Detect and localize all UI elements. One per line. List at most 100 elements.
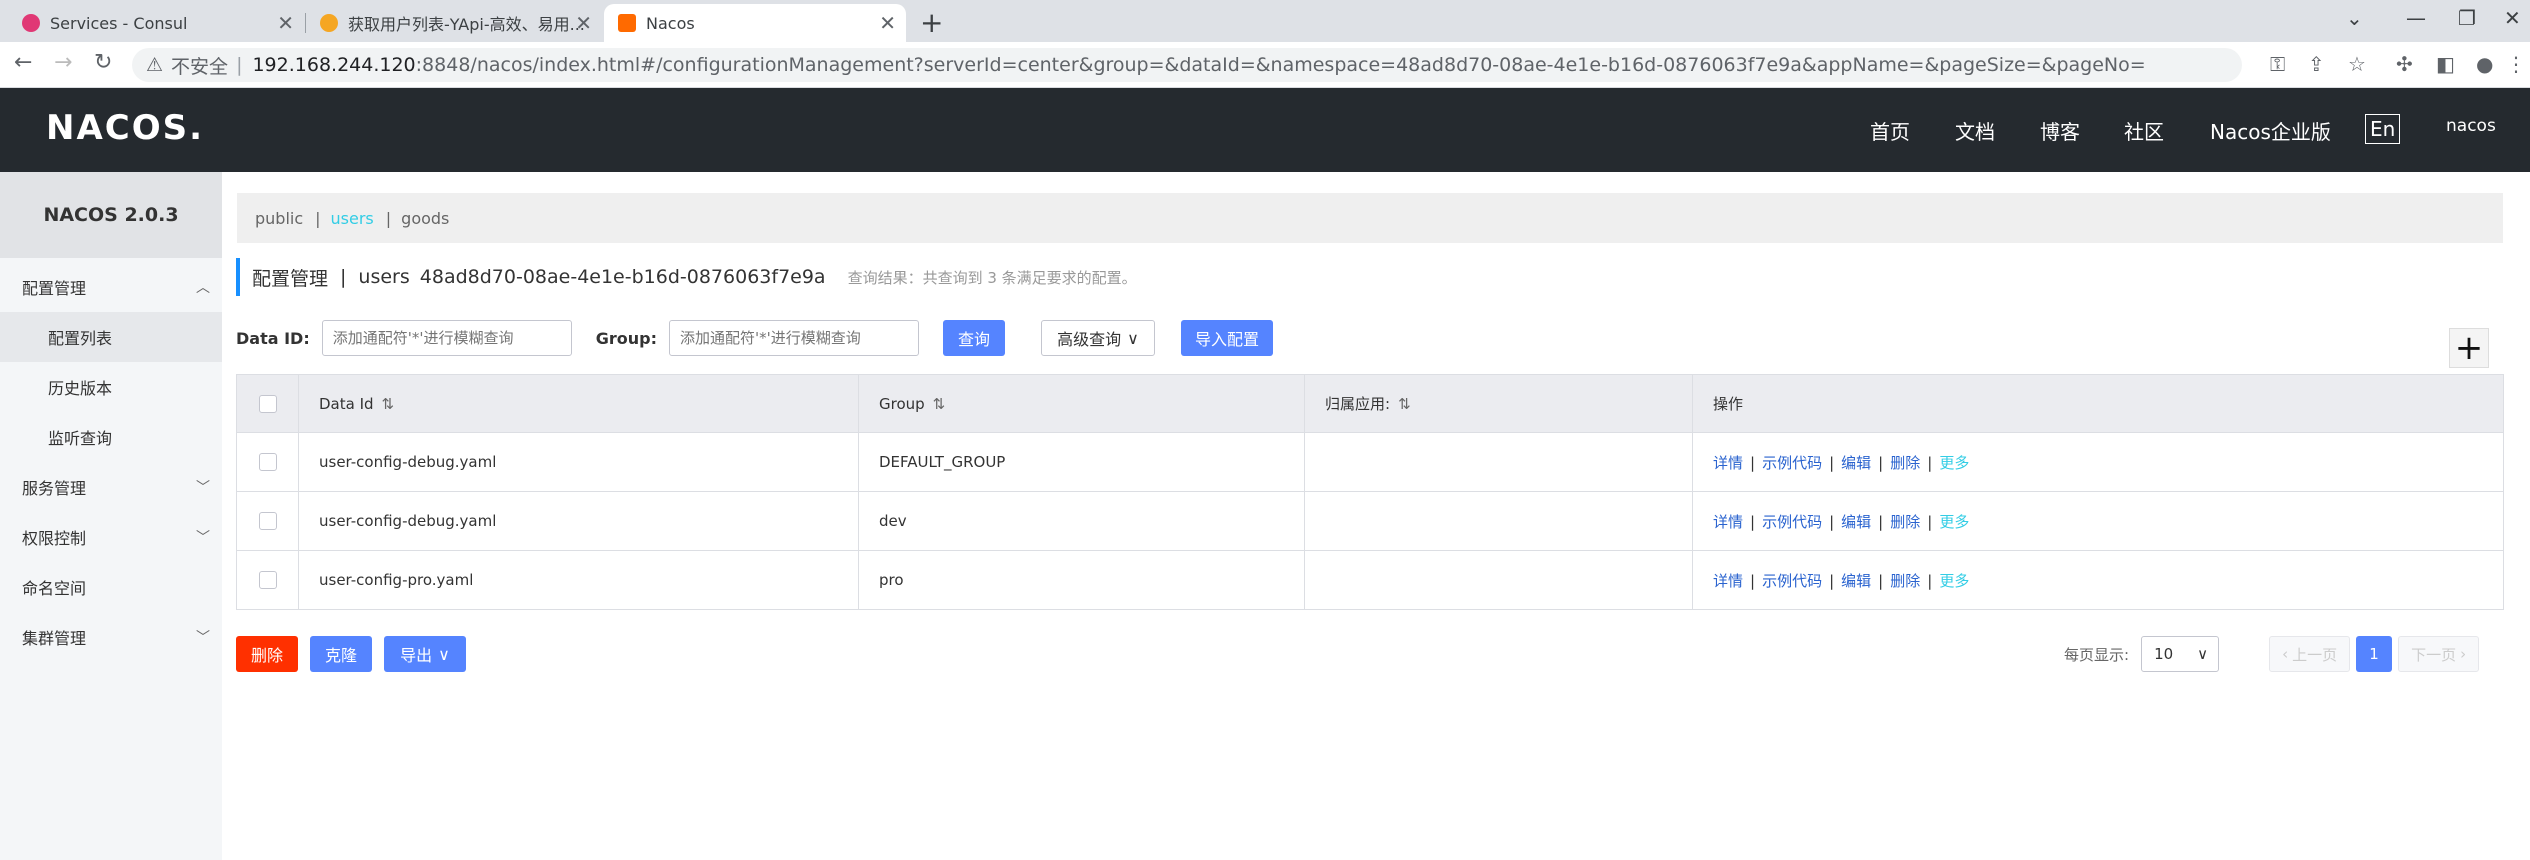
edit-link[interactable]: 编辑 — [1841, 454, 1871, 472]
more-link[interactable]: 更多 — [1939, 454, 1969, 472]
advanced-query-button[interactable]: 高级查询 ∨ — [1041, 320, 1155, 356]
menu-icon[interactable]: ⋮ — [2506, 52, 2526, 76]
sidebar-item-config-management[interactable]: 配置管理 ︿ — [0, 262, 222, 312]
delete-link[interactable]: 删除 — [1890, 572, 1920, 590]
share-icon[interactable]: ⇪ — [2308, 52, 2325, 76]
column-header-data-id[interactable]: Data Id ⇅ — [298, 374, 859, 433]
tab-title: Nacos — [646, 13, 695, 33]
sort-icon[interactable]: ⇅ — [1398, 395, 1411, 413]
cell-actions: 详情 | 示例代码 | 编辑 | 删除 | 更多 — [1692, 432, 2504, 492]
sort-icon[interactable]: ⇅ — [382, 395, 395, 413]
delete-link[interactable]: 删除 — [1890, 454, 1920, 472]
sidebar-item-cluster-management[interactable]: 集群管理 ﹀ — [0, 612, 222, 662]
sample-code-link[interactable]: 示例代码 — [1762, 572, 1822, 590]
group-input[interactable] — [669, 320, 919, 356]
nav-blog[interactable]: 博客 — [2040, 116, 2080, 145]
browser-tab-yapi[interactable]: 获取用户列表-YApi-高效、易用... ✕ — [306, 4, 602, 42]
extensions-icon[interactable]: ✣ — [2396, 52, 2413, 76]
reload-icon[interactable]: ↻ — [94, 50, 112, 75]
namespace-bar: public | users | goods — [237, 193, 2503, 243]
divider: | — [1927, 512, 1933, 531]
sort-icon[interactable]: ⇅ — [933, 395, 946, 413]
nav-enterprise[interactable]: Nacos企业版 — [2210, 116, 2331, 145]
browser-tab-consul[interactable]: Services - Consul ✕ — [8, 4, 304, 42]
browser-tab-nacos[interactable]: Nacos ✕ — [604, 4, 906, 42]
sidebar-item-access-control[interactable]: 权限控制 ﹀ — [0, 512, 222, 562]
export-button[interactable]: 导出 ∨ — [384, 636, 466, 672]
more-link[interactable]: 更多 — [1939, 572, 1969, 590]
user-name[interactable]: nacos — [2446, 116, 2496, 136]
page-title-label: 配置管理 — [252, 267, 329, 290]
import-config-button[interactable]: 导入配置 — [1181, 320, 1273, 356]
close-icon[interactable]: ✕ — [879, 11, 896, 35]
cell-group: DEFAULT_GROUP — [858, 432, 1305, 492]
page-size-select[interactable]: 10 ∨ — [2141, 636, 2220, 672]
close-window-icon[interactable]: ✕ — [2504, 6, 2521, 30]
column-header-app[interactable]: 归属应用: ⇅ — [1304, 374, 1693, 433]
next-page-button[interactable]: 下一页 › — [2398, 636, 2480, 672]
maximize-icon[interactable]: ❐ — [2458, 6, 2476, 30]
detail-link[interactable]: 详情 — [1713, 572, 1743, 590]
forward-icon[interactable]: → — [54, 50, 72, 75]
divider: | — [340, 266, 347, 288]
close-icon[interactable]: ✕ — [575, 11, 592, 35]
column-header-group[interactable]: Group ⇅ — [858, 374, 1305, 433]
namespace-id: 48ad8d70-08ae-4e1e-b16d-0876063f7e9a — [419, 266, 826, 288]
nacos-logo[interactable]: NACOS. — [46, 108, 204, 148]
delete-link[interactable]: 删除 — [1890, 513, 1920, 531]
clone-button[interactable]: 克隆 — [310, 636, 372, 672]
sidebar-item-namespace[interactable]: 命名空间 — [0, 562, 222, 612]
tab-title: 获取用户列表-YApi-高效、易用... — [348, 15, 585, 34]
data-id-input[interactable] — [321, 320, 572, 356]
profile-icon[interactable]: ● — [2476, 52, 2493, 76]
sidebar-item-history[interactable]: 历史版本 — [0, 362, 222, 412]
edit-link[interactable]: 编辑 — [1841, 572, 1871, 590]
namespace-public[interactable]: public — [255, 209, 303, 228]
divider: | — [315, 208, 321, 228]
add-config-button[interactable]: + — [2449, 328, 2489, 368]
back-icon[interactable]: ← — [14, 50, 32, 75]
side-panel-icon[interactable]: ◧ — [2436, 52, 2455, 76]
table-header-row: Data Id ⇅ Group ⇅ 归属应用: ⇅ 操作 — [236, 374, 2504, 433]
row-select-cell — [236, 432, 299, 492]
chevron-down-icon: ﹀ — [196, 480, 210, 496]
row-checkbox[interactable] — [259, 571, 277, 590]
nav-community[interactable]: 社区 — [2124, 116, 2164, 145]
detail-link[interactable]: 详情 — [1713, 454, 1743, 472]
batch-delete-button[interactable]: 删除 — [236, 636, 298, 672]
column-header-label: 操作 — [1713, 395, 1744, 413]
row-checkbox[interactable] — [259, 512, 277, 531]
cell-app — [1304, 491, 1693, 551]
more-link[interactable]: 更多 — [1939, 513, 1969, 531]
cell-group: dev — [858, 491, 1305, 551]
cell-actions: 详情 | 示例代码 | 编辑 | 删除 | 更多 — [1692, 491, 2504, 551]
url-field[interactable]: ⚠ 不安全 | 192.168.244.120 :8848/nacos/inde… — [132, 48, 2242, 82]
nav-home[interactable]: 首页 — [1870, 116, 1910, 145]
language-toggle[interactable]: En — [2365, 114, 2401, 144]
minimize-icon[interactable]: — — [2406, 6, 2426, 30]
row-checkbox[interactable] — [259, 453, 277, 472]
sidebar-item-service-management[interactable]: 服务管理 ﹀ — [0, 462, 222, 512]
page-number-current[interactable]: 1 — [2356, 636, 2393, 672]
namespace-goods[interactable]: goods — [401, 209, 449, 228]
divider: | — [1927, 453, 1933, 472]
sample-code-link[interactable]: 示例代码 — [1762, 513, 1822, 531]
bookmark-star-icon[interactable]: ☆ — [2348, 52, 2366, 76]
tab-search-chevron-icon[interactable]: ⌄ — [2346, 6, 2363, 30]
export-label: 导出 — [400, 646, 433, 665]
sidebar-item-listener-query[interactable]: 监听查询 — [0, 412, 222, 462]
close-icon[interactable]: ✕ — [277, 11, 294, 35]
sidebar-item-config-list[interactable]: 配置列表 — [0, 312, 222, 362]
select-all-checkbox[interactable] — [259, 394, 277, 413]
nav-docs[interactable]: 文档 — [1955, 116, 1995, 145]
sample-code-link[interactable]: 示例代码 — [1762, 454, 1822, 472]
edit-link[interactable]: 编辑 — [1841, 513, 1871, 531]
namespace-users[interactable]: users — [331, 209, 374, 228]
new-tab-icon[interactable]: + — [920, 6, 943, 39]
divider: | — [1829, 571, 1835, 590]
top-navigation: NACOS. 首页 文档 博客 社区 Nacos企业版 En nacos — [0, 88, 2530, 172]
key-icon[interactable]: ⚿ — [2270, 52, 2285, 76]
detail-link[interactable]: 详情 — [1713, 513, 1743, 531]
prev-page-button[interactable]: ‹ 上一页 — [2269, 636, 2351, 672]
query-button[interactable]: 查询 — [943, 320, 1005, 356]
